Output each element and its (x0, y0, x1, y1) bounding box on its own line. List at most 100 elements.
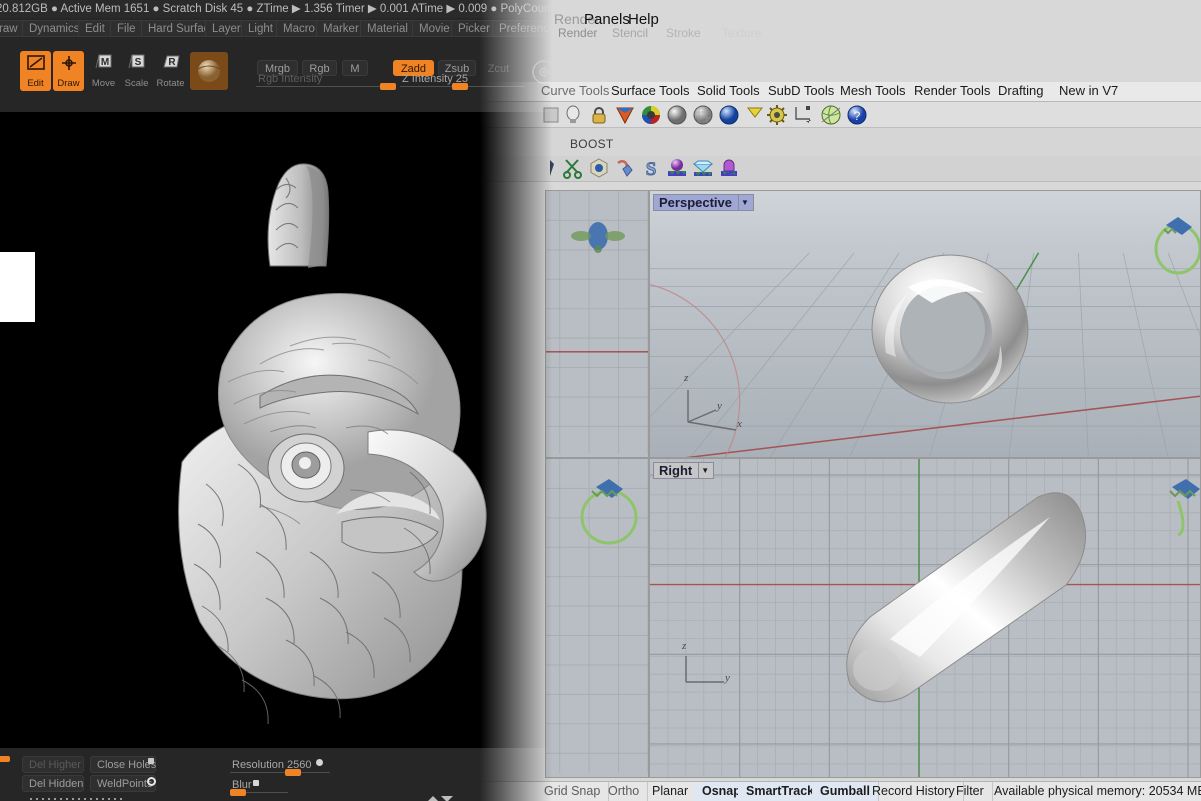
zbrush-menu-material[interactable]: Material (360, 20, 415, 37)
slider-knob[interactable] (285, 769, 301, 776)
rhino-tab-surface-tools[interactable]: Surface Tools (604, 82, 697, 99)
boost-gem-swirl-icon[interactable] (614, 157, 636, 179)
viewport-right-label: Right (659, 463, 698, 478)
material-grey-sphere-icon[interactable] (666, 104, 688, 126)
zbrush-close-holes-button[interactable]: Close Holes (90, 756, 156, 773)
zbrush-brush-preview[interactable] (530, 56, 560, 86)
gear-settings-icon[interactable] (766, 104, 788, 126)
chevron-down-icon[interactable]: ▼ (738, 195, 751, 210)
color-wheel-icon[interactable] (640, 104, 662, 126)
close-holes-toggle-dot[interactable] (148, 758, 154, 764)
viewport-right-title[interactable]: Right ▼ (653, 462, 714, 479)
viewport-right-ring-preview (1166, 477, 1201, 537)
zbrush-menu-dynamics[interactable]: Dynamics (22, 20, 86, 37)
status-ortho[interactable]: Ortho (600, 782, 648, 801)
boost-scissors-icon[interactable] (562, 157, 584, 179)
svg-text:R: R (168, 57, 176, 68)
boost-s-chain-icon[interactable]: S (640, 157, 662, 179)
zbrush-menu-file[interactable]: File (110, 20, 143, 37)
zbrush-del-hidden-button[interactable]: Del Hidden (22, 775, 84, 792)
viewport-top[interactable] (545, 190, 649, 458)
zbrush-menubar: raw Dynamics Edit File Hard Surface Laye… (0, 20, 556, 39)
axis-label-z: z (682, 640, 686, 652)
viewport-top-object (566, 216, 630, 256)
help-question-icon[interactable]: ? (846, 104, 868, 126)
zbrush-draw-button[interactable]: Draw (53, 51, 84, 91)
status-planar[interactable]: Planar (644, 782, 697, 801)
zbrush-rotate-button[interactable]: R Rotate (155, 51, 186, 91)
viewport-perspective[interactable]: Perspective ▼ z y x (649, 190, 1201, 458)
viewport-front-object (576, 471, 642, 547)
slider-knob[interactable] (452, 83, 468, 90)
lock-icon[interactable] (588, 104, 610, 126)
zbrush-canvas[interactable] (0, 112, 556, 748)
zbrush-scroll-arrows[interactable] (425, 795, 455, 801)
resolution-toggle-dot[interactable] (316, 759, 323, 766)
zbrush-window: 20.812GB ● Active Mem 1651 ● Scratch Dis… (0, 0, 556, 801)
slider-track (230, 772, 330, 773)
boost-bullet-gem-icon[interactable] (718, 157, 740, 179)
zbrush-menu-picker[interactable]: Picker (451, 20, 497, 37)
zbrush-scale-button[interactable]: S Scale (121, 51, 152, 91)
slider-knob[interactable] (230, 789, 246, 796)
ghost-tab-stroke: Stroke (666, 26, 701, 40)
zbrush-move-button[interactable]: M Move (88, 51, 119, 91)
rhino-tab-new-in-v7[interactable]: New in V7 (1052, 82, 1125, 99)
material-sphere-icon (195, 57, 223, 85)
zbrush-blur-slider[interactable]: Blur (230, 780, 288, 794)
zbrush-titlebar: 20.812GB ● Active Mem 1651 ● Scratch Dis… (0, 0, 556, 18)
zbrush-menu-movie[interactable]: Movie (412, 20, 457, 37)
viewport-front[interactable] (545, 458, 649, 778)
boost-diamond-icon[interactable] (692, 157, 714, 179)
svg-text:?: ? (854, 109, 861, 123)
rhino-tab-mesh-tools[interactable]: Mesh Tools (833, 82, 913, 99)
zbrush-bottom-slider-knob[interactable] (0, 756, 10, 762)
zbrush-edit-button[interactable]: Edit (20, 51, 51, 91)
zbrush-menu-draw[interactable]: raw (0, 20, 25, 37)
dimension-icon[interactable] (792, 104, 814, 126)
zbrush-menu-edit[interactable]: Edit (78, 20, 112, 37)
zbrush-toolbar: an Edit Draw M Move (0, 44, 556, 100)
ghost-tab-stencil: Stencil (612, 26, 648, 40)
edit-icon (26, 54, 46, 75)
status-smarttrack[interactable]: SmartTrack (738, 782, 823, 801)
material-blue-sphere-icon[interactable] (718, 104, 740, 126)
svg-text:S: S (646, 159, 657, 179)
chevron-down-icon[interactable]: ▼ (698, 463, 711, 478)
rhino-tab-solid-tools[interactable]: Solid Tools (690, 82, 767, 99)
render-color-icon[interactable] (614, 104, 636, 126)
boost-hex-icon[interactable] (588, 157, 610, 179)
slider-knob[interactable] (380, 83, 396, 90)
viewport-perspective-object (850, 249, 1050, 409)
zbrush-rotate-label: Rotate (157, 78, 185, 89)
zbrush-menu-light[interactable]: Light (241, 20, 280, 37)
zbrush-disable-checkbox[interactable] (548, 754, 557, 763)
blur-toggle-dot[interactable] (253, 780, 259, 786)
viewport-perspective-ring-preview (1148, 197, 1201, 277)
zbrush-resolution-slider[interactable]: Resolution 2560 (230, 760, 330, 774)
rhino-tab-subd-tools[interactable]: SubD Tools (761, 82, 841, 99)
earth-globe-icon[interactable] (820, 104, 842, 126)
material-mesh-sphere-icon[interactable] (692, 104, 714, 126)
weld-points-toggle-ring[interactable] (147, 777, 156, 786)
boost-cabochon-icon[interactable] (666, 157, 688, 179)
zbrush-menu-marker[interactable]: Marker (316, 20, 366, 37)
desktop-root: Render Panels Help Render Stencil Stroke… (0, 0, 1201, 801)
light-bulb-icon[interactable] (562, 104, 584, 126)
svg-text:S: S (134, 57, 141, 68)
zbrush-z-intensity-slider[interactable]: Z Intensity 25 (400, 74, 525, 88)
rhino-tab-render-tools[interactable]: Render Tools (907, 82, 997, 99)
ghost-tab-texture: Texture (722, 26, 761, 40)
zbrush-del-higher-button[interactable]: Del Higher (22, 756, 84, 773)
viewport-perspective-title[interactable]: Perspective ▼ (653, 194, 754, 211)
zbrush-move-label: Move (92, 78, 115, 89)
zbrush-weld-points-button[interactable]: WeldPoints (90, 775, 156, 792)
axis-label-y: y (725, 672, 730, 684)
zbrush-draw-label: Draw (57, 78, 79, 89)
zbrush-material-swatch[interactable] (190, 52, 228, 90)
viewport-right[interactable]: Right ▼ z y (649, 458, 1201, 778)
flag-yellow-icon[interactable] (744, 104, 766, 126)
zbrush-rgb-intensity-label: Rgb Intensity (258, 73, 322, 85)
rhino-tab-drafting[interactable]: Drafting (991, 82, 1051, 99)
zbrush-rgb-intensity-slider[interactable]: Rgb Intensity (256, 74, 396, 88)
